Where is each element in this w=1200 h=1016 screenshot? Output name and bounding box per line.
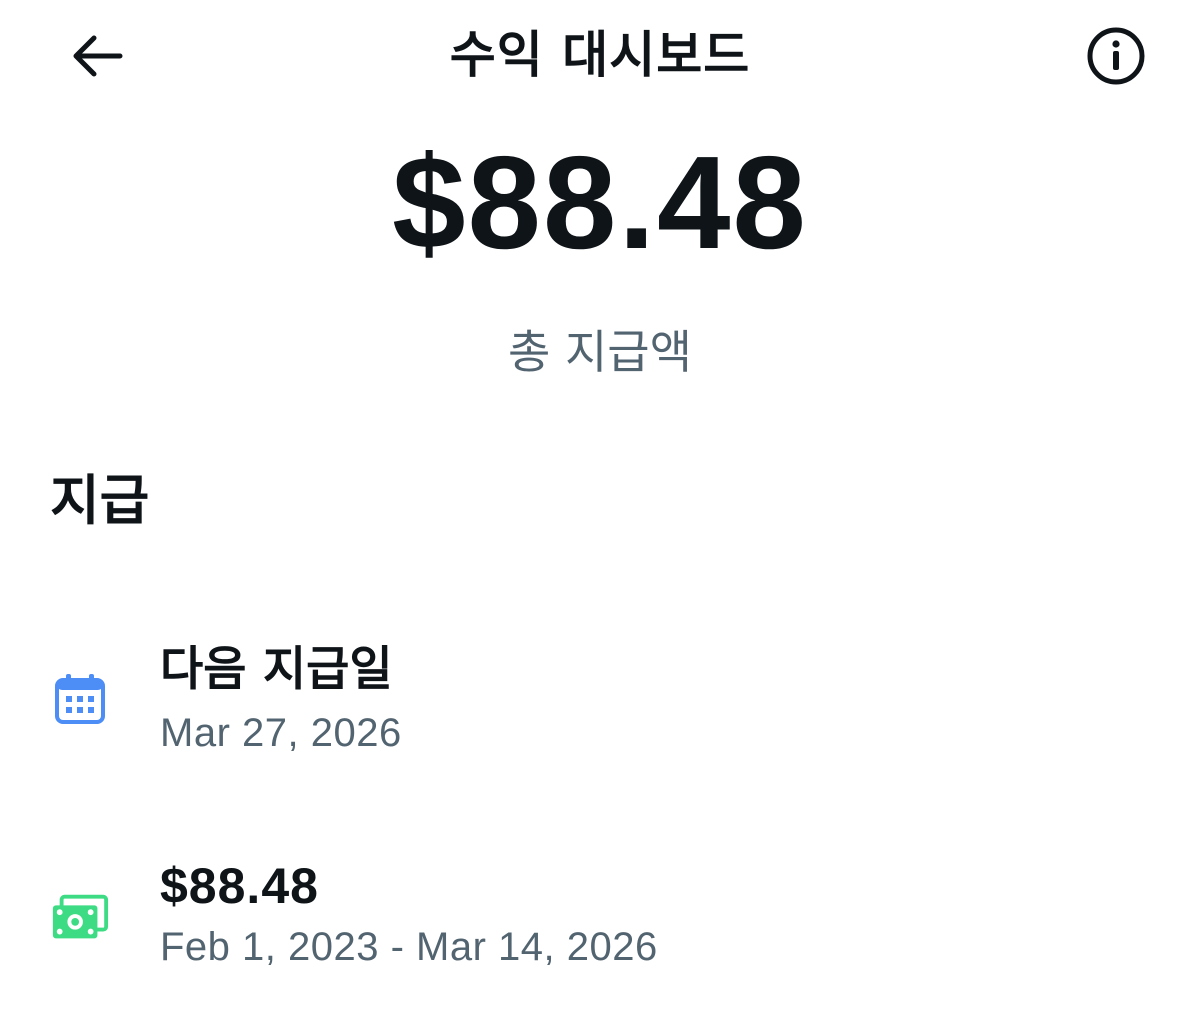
next-payout-date: Mar 27, 2026: [160, 711, 402, 755]
app-header: 수익 대시보드: [0, 0, 1200, 115]
total-payout-caption: 총 지급액: [508, 325, 692, 379]
info-circle-icon: [1087, 27, 1145, 85]
payouts-section-title: 지급: [50, 469, 150, 532]
info-button[interactable]: [1078, 22, 1154, 90]
payout-period-row: $88.48 Feb 1, 2023 - Mar 14, 2026: [0, 850, 1200, 990]
money-bills-icon: [50, 888, 110, 948]
total-payout-amount: $88.48: [392, 129, 808, 276]
arrow-left-icon: [73, 35, 123, 77]
payout-period: Feb 1, 2023 - Mar 14, 2026: [160, 925, 658, 969]
next-payout-label: 다음 지급일: [160, 642, 393, 697]
back-button[interactable]: [62, 24, 130, 88]
calendar-icon: [50, 669, 110, 729]
next-payout-row: 다음 지급일 Mar 27, 2026: [0, 630, 1200, 770]
page-title: 수익 대시보드: [449, 26, 751, 84]
payout-amount: $88.48: [160, 858, 319, 914]
